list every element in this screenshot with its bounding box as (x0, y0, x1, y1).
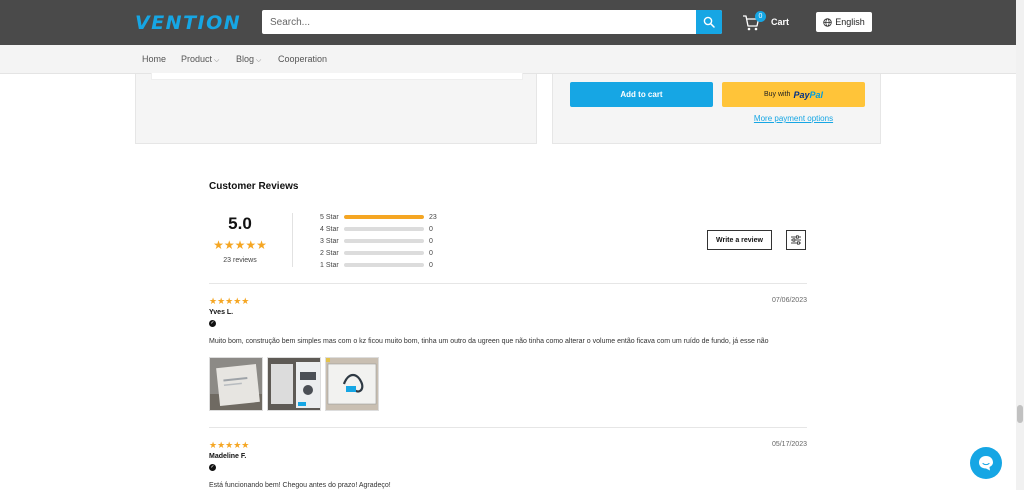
review-date: 05/17/2023 (771, 441, 807, 448)
rating-row-2[interactable]: 2 Star 0 (320, 247, 437, 259)
add-to-cart-button[interactable]: Add to cart (570, 82, 713, 107)
cart-label: Cart (771, 17, 790, 27)
nav-item-cooperation[interactable]: Cooperation (278, 54, 327, 64)
nav-item-blog[interactable]: Blog ⌵ (236, 54, 261, 65)
review-author: Madeline F. (209, 453, 247, 460)
paypal-logo-part-b: Pal (809, 89, 823, 100)
average-score: 5.0 (228, 214, 252, 233)
divider (209, 427, 807, 428)
language-label: English (835, 17, 865, 27)
search-button[interactable] (696, 10, 722, 34)
verified-check-icon: ✓ (209, 464, 216, 471)
cart-link[interactable]: 0 Cart (742, 11, 802, 34)
review-count: 23 reviews (223, 257, 257, 264)
rating-bar-fill (344, 215, 424, 219)
paypal-logo: PayPal (793, 90, 823, 100)
nav-blog-label: Blog (236, 54, 255, 64)
option-box (151, 73, 523, 80)
review-photo[interactable] (209, 357, 263, 411)
search-bar (262, 10, 722, 34)
review-stars: ★★★★★ (209, 440, 250, 450)
rating-breakdown: 5 Star 23 4 Star 0 3 Star 0 2 Star 0 1 S… (320, 211, 437, 271)
rating-label: 2 Star (320, 249, 339, 257)
filter-sliders-icon (791, 235, 801, 245)
rating-row-3[interactable]: 3 Star 0 (320, 235, 437, 247)
site-header: VENTION 0 Cart English (0, 0, 1024, 45)
paypal-logo-part-a: Pay (793, 89, 810, 100)
review-photo-image (268, 358, 320, 410)
more-payment-options-link[interactable]: More payment options (722, 114, 865, 123)
verified-check-icon: ✓ (209, 320, 216, 327)
divider (209, 283, 807, 284)
review-photo[interactable] (325, 357, 379, 411)
rating-count: 0 (429, 225, 433, 233)
cart-count-badge: 0 (755, 11, 766, 22)
nav-item-home[interactable]: Home (142, 54, 166, 64)
nav-home-label: Home (142, 54, 167, 64)
rating-bar (344, 239, 424, 243)
rating-label: 1 Star (320, 261, 339, 269)
average-stars: ★★★★★ (213, 238, 267, 252)
rating-bar (344, 215, 424, 219)
rating-bar (344, 227, 424, 231)
review-author: Yves L. (209, 309, 234, 316)
reviews-title: Customer Reviews (209, 181, 299, 192)
search-icon (703, 16, 715, 28)
review-photo-image (210, 358, 262, 410)
rating-bar (344, 263, 424, 267)
purchase-panel: Add to cart Buy with PayPal More payment… (552, 74, 881, 144)
write-review-button[interactable]: Write a review (707, 230, 772, 250)
main-nav: Home Product ⌵ Blog ⌵ Cooperation (0, 45, 1024, 74)
chat-button[interactable] (970, 447, 1002, 479)
rating-label: 5 Star (320, 213, 339, 221)
average-rating: 5.0 ★★★★★ 23 reviews (209, 214, 271, 264)
rating-label: 3 Star (320, 237, 339, 245)
brand-logo[interactable]: VENTION (135, 12, 241, 34)
search-input[interactable] (262, 10, 696, 34)
paypal-button[interactable]: Buy with PayPal (722, 82, 865, 107)
paypal-prefix: Buy with (764, 91, 791, 98)
nav-cooperation-label: Cooperation (278, 54, 328, 64)
product-options-panel (135, 73, 537, 144)
globe-icon (823, 17, 832, 27)
rating-row-4[interactable]: 4 Star 0 (320, 223, 437, 235)
review-photo-image (326, 358, 378, 410)
rating-count: 0 (429, 249, 433, 257)
rating-row-5[interactable]: 5 Star 23 (320, 211, 437, 223)
divider (292, 213, 293, 267)
chevron-down-icon: ⌵ (214, 57, 220, 64)
review-date: 07/06/2023 (771, 297, 807, 304)
rating-count: 0 (429, 237, 433, 245)
rating-count: 23 (429, 213, 437, 221)
scrollbar-thumb[interactable] (1017, 405, 1023, 423)
filter-button[interactable] (786, 230, 806, 250)
review-photo[interactable] (267, 357, 321, 411)
rating-row-1[interactable]: 1 Star 0 (320, 259, 437, 271)
rating-label: 4 Star (320, 225, 339, 233)
nav-item-product[interactable]: Product ⌵ (181, 54, 219, 65)
rating-count: 0 (429, 261, 433, 269)
page-scrollbar[interactable] (1016, 0, 1024, 490)
review-text: Está funcionando bem! Chegou antes do pr… (209, 482, 391, 489)
language-selector[interactable]: English (816, 12, 872, 32)
rating-bar (344, 251, 424, 255)
chat-icon (979, 456, 993, 471)
review-stars: ★★★★★ (209, 296, 250, 306)
nav-product-label: Product (181, 54, 213, 64)
chevron-down-icon: ⌵ (256, 57, 262, 64)
review-text: Muito bom, construção bem simples mas co… (209, 338, 769, 345)
